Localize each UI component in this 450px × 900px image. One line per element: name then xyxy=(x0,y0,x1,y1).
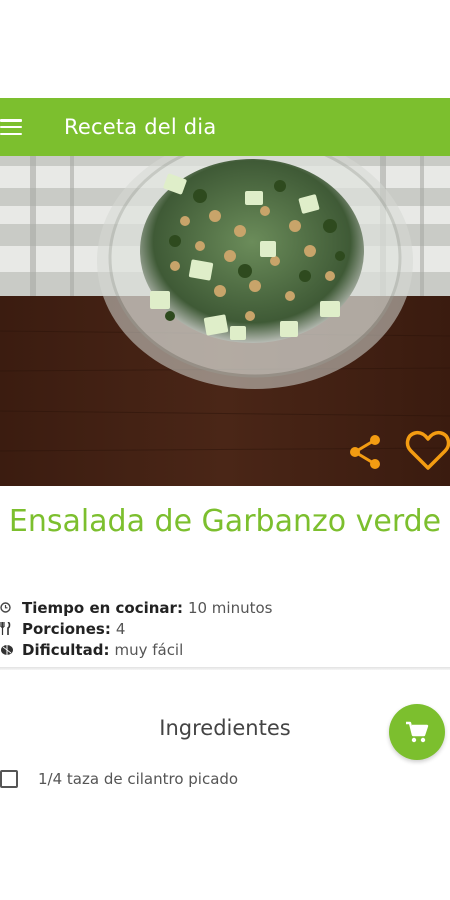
clock-icon xyxy=(0,601,16,615)
difficulty-icon xyxy=(0,643,16,657)
app-bar-title: Receta del dia xyxy=(64,115,217,139)
meta-label: Tiempo en cocinar: xyxy=(22,598,183,617)
meta-value: 4 xyxy=(115,619,126,638)
favorite-button[interactable] xyxy=(405,430,450,476)
recipe-meta: Tiempo en cocinar: 10 minutos Porciones:… xyxy=(0,597,450,660)
share-icon xyxy=(350,435,380,469)
salad-photo xyxy=(0,156,450,486)
meta-difficulty: Dificultad: muy fácil xyxy=(0,639,450,660)
ingredient-text: 1/4 taza de cilantro picado xyxy=(38,770,239,788)
meta-cook-time: Tiempo en cocinar: 10 minutos xyxy=(0,597,450,618)
recipe-title: Ensalada de Garbanzo verde xyxy=(8,504,442,539)
section-divider xyxy=(0,667,450,670)
meta-label: Dificultad: xyxy=(22,640,110,659)
meta-value: 10 minutos xyxy=(187,598,273,617)
meta-label: Porciones: xyxy=(22,619,111,638)
add-to-cart-button[interactable] xyxy=(389,704,445,760)
app-bar: Receta del dia xyxy=(0,98,450,156)
recipe-hero-image xyxy=(0,156,450,486)
share-button[interactable] xyxy=(348,434,382,474)
meta-servings: Porciones: 4 xyxy=(0,618,450,639)
ingredients-header: Ingredientes xyxy=(159,716,291,740)
utensils-icon xyxy=(0,622,16,636)
meta-value: muy fácil xyxy=(114,640,184,659)
hamburger-menu-icon[interactable] xyxy=(0,119,22,135)
ingredient-checkbox[interactable] xyxy=(0,770,18,788)
shopping-cart-icon xyxy=(406,721,429,743)
ingredient-item: 1/4 taza de cilantro picado xyxy=(0,770,238,788)
heart-outline-icon xyxy=(405,430,450,470)
